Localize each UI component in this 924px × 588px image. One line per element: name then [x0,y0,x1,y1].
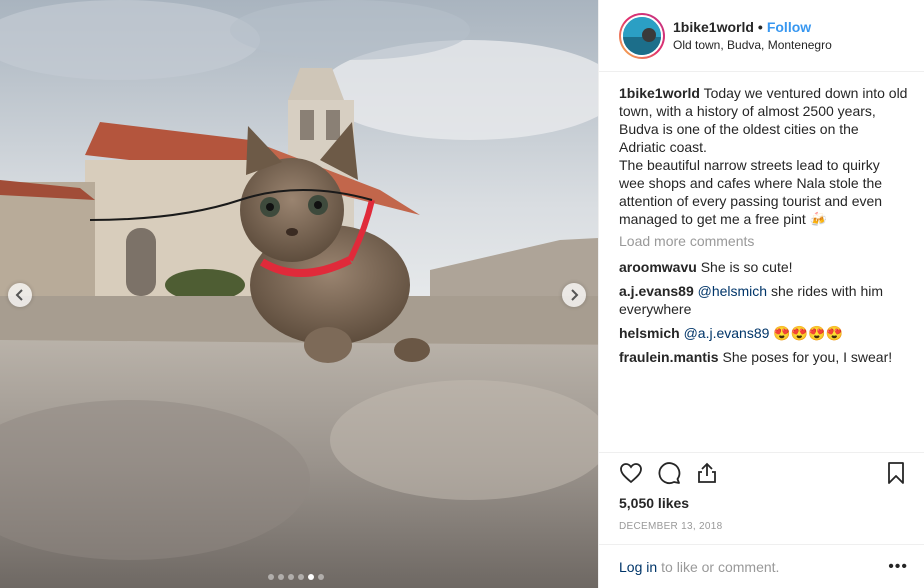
carousel-next-button[interactable] [562,283,586,307]
caption-username[interactable]: 1bike1world [619,85,700,101]
avatar-image [623,16,661,55]
caption-text-2: The beautiful narrow streets lead to qui… [619,157,883,227]
bookmark-icon[interactable] [884,461,908,485]
comment-username[interactable]: a.j.evans89 [619,283,694,299]
carousel-dot [268,574,274,580]
location-link[interactable]: Old town, Budva, Montenegro [673,36,832,54]
comment-text: She is so cute! [700,259,793,275]
header-text: 1bike1world • Follow Old town, Budva, Mont… [673,18,832,54]
share-icon[interactable] [695,461,719,485]
comments-section: 1bike1world Today we ventured down into … [599,72,924,452]
carousel-dot [318,574,324,580]
post-media[interactable] [0,0,598,588]
carousel-dot [278,574,284,580]
login-link[interactable]: Log in [619,559,657,575]
comment-mention[interactable]: @helsmich [698,283,767,299]
kitten-photo [0,0,598,588]
comment-item: a.j.evans89 @helsmich she rides with him… [619,282,908,318]
post-actions: 5,050 likes DECEMBER 13, 2018 [599,452,924,532]
avatar[interactable] [619,12,665,59]
carousel-indicator [268,574,324,580]
comment-text: She poses for you, I swear! [722,349,893,365]
chevron-right-icon [571,289,579,301]
comment-icon[interactable] [657,461,681,485]
chevron-left-icon [15,289,23,301]
comment-text: 😍😍😍😍 [773,325,844,341]
carousel-dot [298,574,304,580]
comment-username[interactable]: fraulein.mantis [619,349,719,365]
header-separator: • [757,18,763,35]
carousel-prev-button[interactable] [8,283,32,307]
post-header: 1bike1world • Follow Old town, Budva, Mont… [599,0,924,72]
caption: 1bike1world Today we ventured down into … [619,84,908,228]
load-more-comments[interactable]: Load more comments [619,232,908,250]
comment-item: helsmich @a.j.evans89 😍😍😍😍 [619,324,908,342]
comment-item: fraulein.mantis She poses for you, I swe… [619,348,908,366]
action-icons [619,453,908,493]
follow-button[interactable]: Follow [767,19,811,35]
post-date: DECEMBER 13, 2018 [619,521,723,532]
carousel-dot [308,574,314,580]
comment-username[interactable]: aroomwavu [619,259,697,275]
login-footer: Log in to like or comment. ••• [599,544,924,588]
login-prompt: to like or comment. [661,558,780,575]
comment-username[interactable]: helsmich [619,325,680,341]
likes-count[interactable]: 5,050 likes [619,495,908,511]
comment-item: aroomwavu She is so cute! [619,258,908,276]
more-options-button[interactable]: ••• [888,558,908,576]
carousel-dot [288,574,294,580]
comment-mention[interactable]: @a.j.evans89 [684,325,770,341]
header-username[interactable]: 1bike1world [673,19,754,35]
post-sidebar: 1bike1world • Follow Old town, Budva, Mont… [598,0,924,588]
heart-icon[interactable] [619,461,643,485]
instagram-post: 1bike1world • Follow Old town, Budva, Mont… [0,0,924,588]
